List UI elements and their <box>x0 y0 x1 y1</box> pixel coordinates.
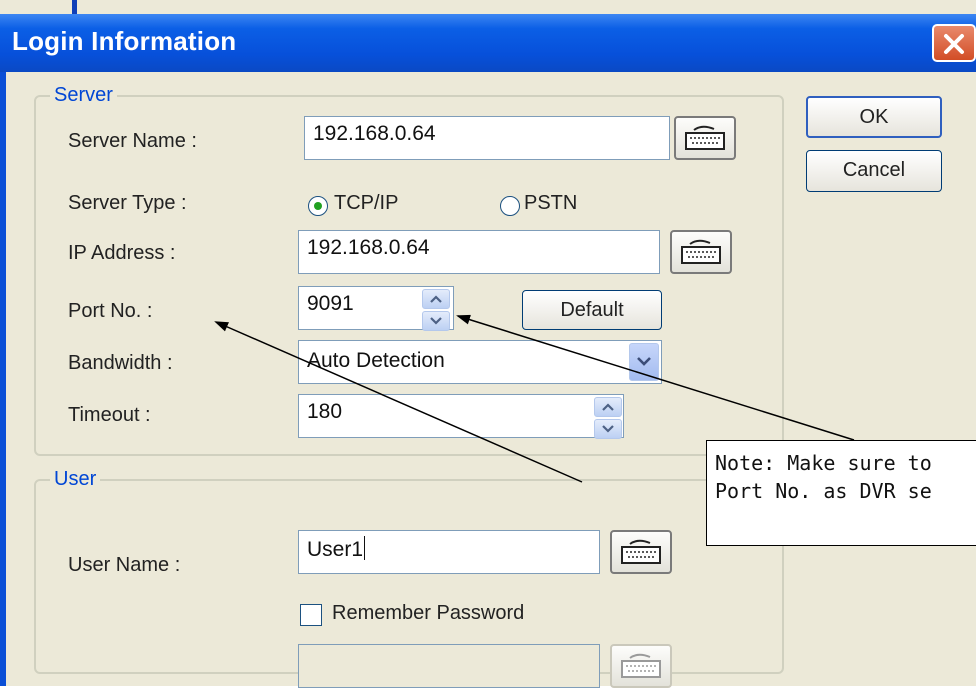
annotation-arrow-to-port-label <box>214 321 583 483</box>
annotation-arrow-to-port-spinner <box>456 314 855 441</box>
annotation-arrows <box>214 314 855 483</box>
